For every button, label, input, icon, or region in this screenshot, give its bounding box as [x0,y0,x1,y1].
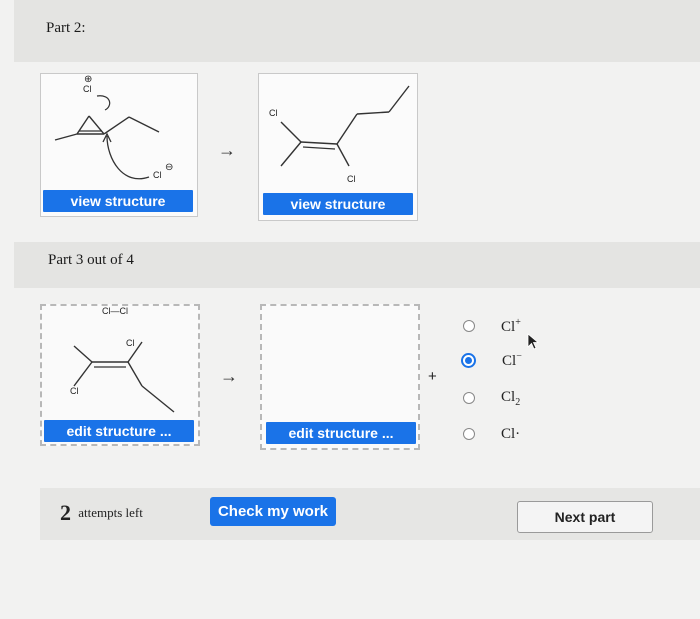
part3-reactant-box: Cl—Cl Cl Cl edit structure ... [40,304,200,446]
reaction-arrow-2: → [220,366,238,386]
option-label: Cl2 [501,388,521,408]
cl-minus-label: Cl [153,170,162,180]
cl-a-label: Cl [126,338,135,348]
option-cl-minus[interactable]: Cl− [461,349,522,371]
view-structure-button-2[interactable]: view structure [263,193,413,215]
attempts-remaining: 2 attempts left [60,500,143,526]
part3-product-box[interactable]: edit structure ... [260,304,420,450]
plus-sign: + [428,368,437,385]
attempts-text: attempts left [78,505,143,520]
radio-button[interactable] [463,320,475,332]
check-my-work-button[interactable]: Check my work [210,497,336,526]
reaction-arrow-1: → [218,140,236,160]
radio-button[interactable] [463,392,475,404]
part2-reactant-card: ⊕ Cl Cl ⊖ view structure [40,73,198,217]
minus-charge-label: ⊖ [165,162,174,173]
cl-b-label: Cl [70,386,79,396]
radio-button[interactable] [463,428,475,440]
cl-plus-label: Cl [83,84,92,94]
cl-top-label: Cl [269,108,278,118]
next-part-button[interactable]: Next part [517,501,653,533]
part2-product-card: Cl Cl view structure [258,73,418,221]
edit-structure-button-2[interactable]: edit structure ... [266,422,416,444]
part2-title: Part 2: [46,20,86,36]
cl-bottom-label: Cl [347,174,356,184]
option-cl-radical[interactable]: Cl· [463,423,520,445]
part2-header: Part 2: [14,0,700,62]
option-label: Cl· [501,425,521,442]
option-cl-plus[interactable]: Cl+ [463,315,521,337]
option-label: Cl+ [501,316,521,335]
part3-header: Part 3 out of 4 [14,242,700,288]
radio-button-selected[interactable] [461,352,476,368]
edit-structure-button-1[interactable]: edit structure ... [44,420,194,442]
option-cl2[interactable]: Cl2 [463,387,520,409]
part3-title: Part 3 out of 4 [48,252,134,268]
view-structure-button-1[interactable]: view structure [43,190,193,212]
option-label: Cl− [502,350,522,369]
attempts-count: 2 [60,500,71,525]
mouse-cursor-icon [527,333,540,350]
